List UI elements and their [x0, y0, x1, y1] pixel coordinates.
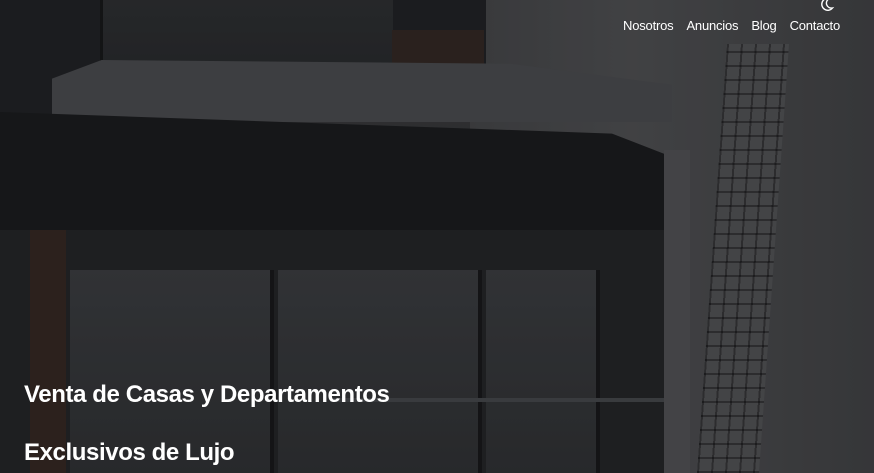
nav-link-nosotros[interactable]: Nosotros — [623, 18, 674, 33]
main-nav: Nosotros Anuncios Blog Contacto — [623, 18, 840, 33]
nav-link-anuncios[interactable]: Anuncios — [686, 18, 738, 33]
nav-link-blog[interactable]: Blog — [751, 18, 776, 33]
nav-link-contacto[interactable]: Contacto — [790, 18, 841, 33]
hero-title-line-2: Exclusivos de Lujo — [24, 439, 235, 466]
moon-icon[interactable] — [819, 0, 835, 12]
hero-title-line-1: Venta de Casas y Departamentos — [24, 381, 390, 408]
hero-section: Nosotros Anuncios Blog Contacto Venta de… — [0, 0, 874, 473]
